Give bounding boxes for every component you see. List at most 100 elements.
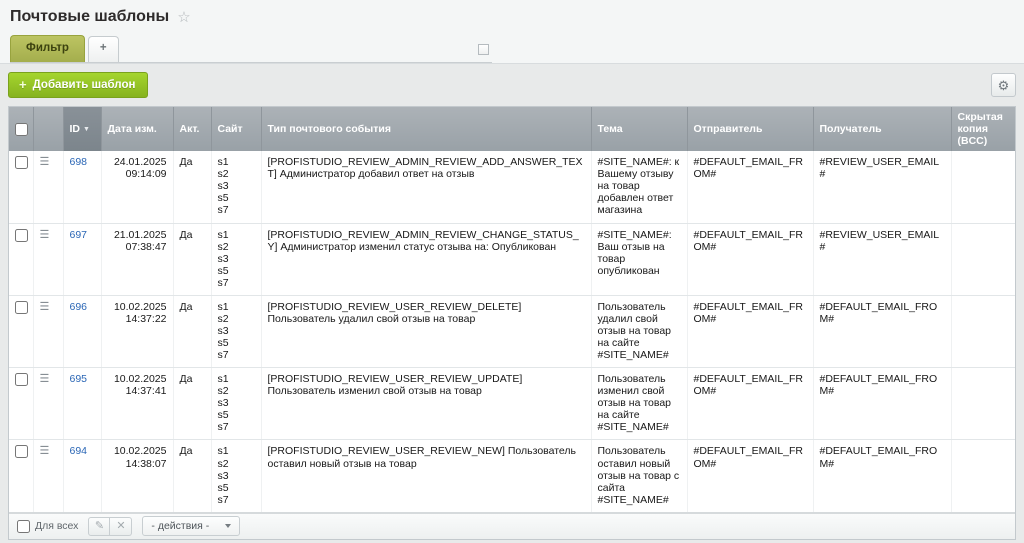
row-action-buttons: ✎ ✕ (88, 517, 132, 536)
grid-footer: Для всех ✎ ✕ - действия - (9, 513, 1015, 539)
column-header-id-label: ID (70, 123, 81, 135)
actions-dropdown-label: - действия - (151, 520, 209, 532)
toolbar: + Добавить шаблон ⚙ (0, 64, 1024, 106)
for-all-control[interactable]: Для всех (17, 520, 78, 533)
row-sites-cell: s1 s2 s3 s5 s7 (211, 223, 261, 295)
row-recipient-cell: #REVIEW_USER_EMAIL# (813, 151, 951, 223)
favorite-star-icon[interactable]: ☆ (177, 10, 190, 25)
plus-icon: + (19, 78, 27, 91)
column-header-id[interactable]: ID▼ (63, 107, 101, 151)
page-header: Почтовые шаблоны ☆ Фильтр + (0, 0, 1024, 64)
sort-desc-icon: ▼ (83, 126, 90, 133)
row-active-cell: Да (173, 223, 211, 295)
row-bcc-cell (951, 368, 1015, 440)
row-sender-cell: #DEFAULT_EMAIL_FROM# (687, 440, 813, 512)
row-bcc-cell (951, 151, 1015, 223)
row-recipient-cell: #REVIEW_USER_EMAIL# (813, 223, 951, 295)
row-subject-cell: Пользователь изменил свой отзыв на товар… (591, 368, 687, 440)
column-header-date[interactable]: Дата изм. (101, 107, 173, 151)
row-sites-cell: s1 s2 s3 s5 s7 (211, 440, 261, 512)
table-row: ☰ 694 10.02.2025 14:38:07 Да s1 s2 s3 s5… (9, 440, 1015, 512)
row-bcc-cell (951, 295, 1015, 367)
for-all-checkbox[interactable] (17, 520, 30, 533)
column-header-site[interactable]: Сайт (211, 107, 261, 151)
row-id-link[interactable]: 694 (70, 445, 88, 457)
row-event-type-cell: [PROFISTUDIO_REVIEW_ADMIN_REVIEW_CHANGE_… (261, 223, 591, 295)
row-id-link[interactable]: 698 (70, 156, 88, 168)
row-checkbox[interactable] (15, 156, 28, 169)
chevron-down-icon (225, 524, 231, 528)
row-active-cell: Да (173, 295, 211, 367)
for-all-label: Для всех (35, 520, 78, 532)
add-template-button[interactable]: + Добавить шаблон (8, 72, 148, 98)
row-event-type-cell: [PROFISTUDIO_REVIEW_USER_REVIEW_UPDATE] … (261, 368, 591, 440)
row-menu-icon[interactable]: ☰ (40, 301, 50, 313)
row-subject-cell: Пользователь удалил свой отзыв на товар … (591, 295, 687, 367)
row-subject-cell: Пользователь оставил новый отзыв на това… (591, 440, 687, 512)
filter-add-tab-button[interactable]: + (88, 36, 119, 63)
edit-button[interactable]: ✎ (88, 517, 110, 536)
row-id-link[interactable]: 697 (70, 229, 88, 241)
table-row: ☰ 695 10.02.2025 14:37:41 Да s1 s2 s3 s5… (9, 368, 1015, 440)
row-active-cell: Да (173, 440, 211, 512)
row-recipient-cell: #DEFAULT_EMAIL_FROM# (813, 440, 951, 512)
row-checkbox[interactable] (15, 445, 28, 458)
gear-icon: ⚙ (998, 78, 1010, 93)
row-active-cell: Да (173, 151, 211, 223)
column-header-subject[interactable]: Тема (591, 107, 687, 151)
row-sender-cell: #DEFAULT_EMAIL_FROM# (687, 223, 813, 295)
filter-collapse-button[interactable] (478, 44, 489, 55)
row-date-cell: 10.02.2025 14:38:07 (101, 440, 173, 512)
row-recipient-cell: #DEFAULT_EMAIL_FROM# (813, 295, 951, 367)
row-subject-cell: #SITE_NAME#: Ваш отзыв на товар опублико… (591, 223, 687, 295)
table-row: ☰ 698 24.01.2025 09:14:09 Да s1 s2 s3 s5… (9, 151, 1015, 223)
title-row: Почтовые шаблоны ☆ (10, 8, 1014, 26)
row-checkbox[interactable] (15, 301, 28, 314)
table-row: ☰ 697 21.01.2025 07:38:47 Да s1 s2 s3 s5… (9, 223, 1015, 295)
pencil-icon: ✎ (95, 520, 104, 532)
row-event-type-cell: [PROFISTUDIO_REVIEW_ADMIN_REVIEW_ADD_ANS… (261, 151, 591, 223)
templates-grid: ID▼ Дата изм. Акт. Сайт Тип почтового со… (8, 106, 1016, 540)
column-header-recipient[interactable]: Получатель (813, 107, 951, 151)
row-event-type-cell: [PROFISTUDIO_REVIEW_USER_REVIEW_DELETE] … (261, 295, 591, 367)
row-sender-cell: #DEFAULT_EMAIL_FROM# (687, 151, 813, 223)
row-active-cell: Да (173, 368, 211, 440)
grid-settings-button[interactable]: ⚙ (991, 73, 1016, 97)
table-row: ☰ 696 10.02.2025 14:37:22 Да s1 s2 s3 s5… (9, 295, 1015, 367)
row-sites-cell: s1 s2 s3 s5 s7 (211, 368, 261, 440)
column-header-event-type[interactable]: Тип почтового события (261, 107, 591, 151)
column-header-active[interactable]: Акт. (173, 107, 211, 151)
column-header-bcc[interactable]: Скрытая копия (BCC) (951, 107, 1015, 151)
row-date-cell: 10.02.2025 14:37:22 (101, 295, 173, 367)
row-sender-cell: #DEFAULT_EMAIL_FROM# (687, 368, 813, 440)
row-menu-icon[interactable]: ☰ (40, 156, 50, 168)
row-subject-cell: #SITE_NAME#: к Вашему отзыву на товар до… (591, 151, 687, 223)
row-id-link[interactable]: 696 (70, 301, 88, 313)
actions-dropdown[interactable]: - действия - (142, 516, 240, 536)
row-checkbox[interactable] (15, 229, 28, 242)
row-sender-cell: #DEFAULT_EMAIL_FROM# (687, 295, 813, 367)
row-id-link[interactable]: 695 (70, 373, 88, 385)
delete-button[interactable]: ✕ (110, 517, 132, 536)
filter-strip: Фильтр + (10, 35, 492, 63)
table-header-row: ID▼ Дата изм. Акт. Сайт Тип почтового со… (9, 107, 1015, 151)
row-event-type-cell: [PROFISTUDIO_REVIEW_USER_REVIEW_NEW] Пол… (261, 440, 591, 512)
row-menu-icon[interactable]: ☰ (40, 229, 50, 241)
column-header-checkbox (9, 107, 33, 151)
row-bcc-cell (951, 223, 1015, 295)
row-menu-icon[interactable]: ☰ (40, 445, 50, 457)
column-header-sender[interactable]: Отправитель (687, 107, 813, 151)
close-icon: ✕ (116, 520, 125, 532)
row-bcc-cell (951, 440, 1015, 512)
add-template-button-label: Добавить шаблон (33, 79, 136, 91)
row-date-cell: 21.01.2025 07:38:47 (101, 223, 173, 295)
select-all-checkbox[interactable] (15, 123, 28, 136)
row-menu-icon[interactable]: ☰ (40, 373, 50, 385)
row-sites-cell: s1 s2 s3 s5 s7 (211, 295, 261, 367)
row-date-cell: 24.01.2025 09:14:09 (101, 151, 173, 223)
row-date-cell: 10.02.2025 14:37:41 (101, 368, 173, 440)
templates-table: ID▼ Дата изм. Акт. Сайт Тип почтового со… (9, 107, 1015, 513)
tab-filter[interactable]: Фильтр (10, 35, 85, 63)
row-sites-cell: s1 s2 s3 s5 s7 (211, 151, 261, 223)
row-checkbox[interactable] (15, 373, 28, 386)
